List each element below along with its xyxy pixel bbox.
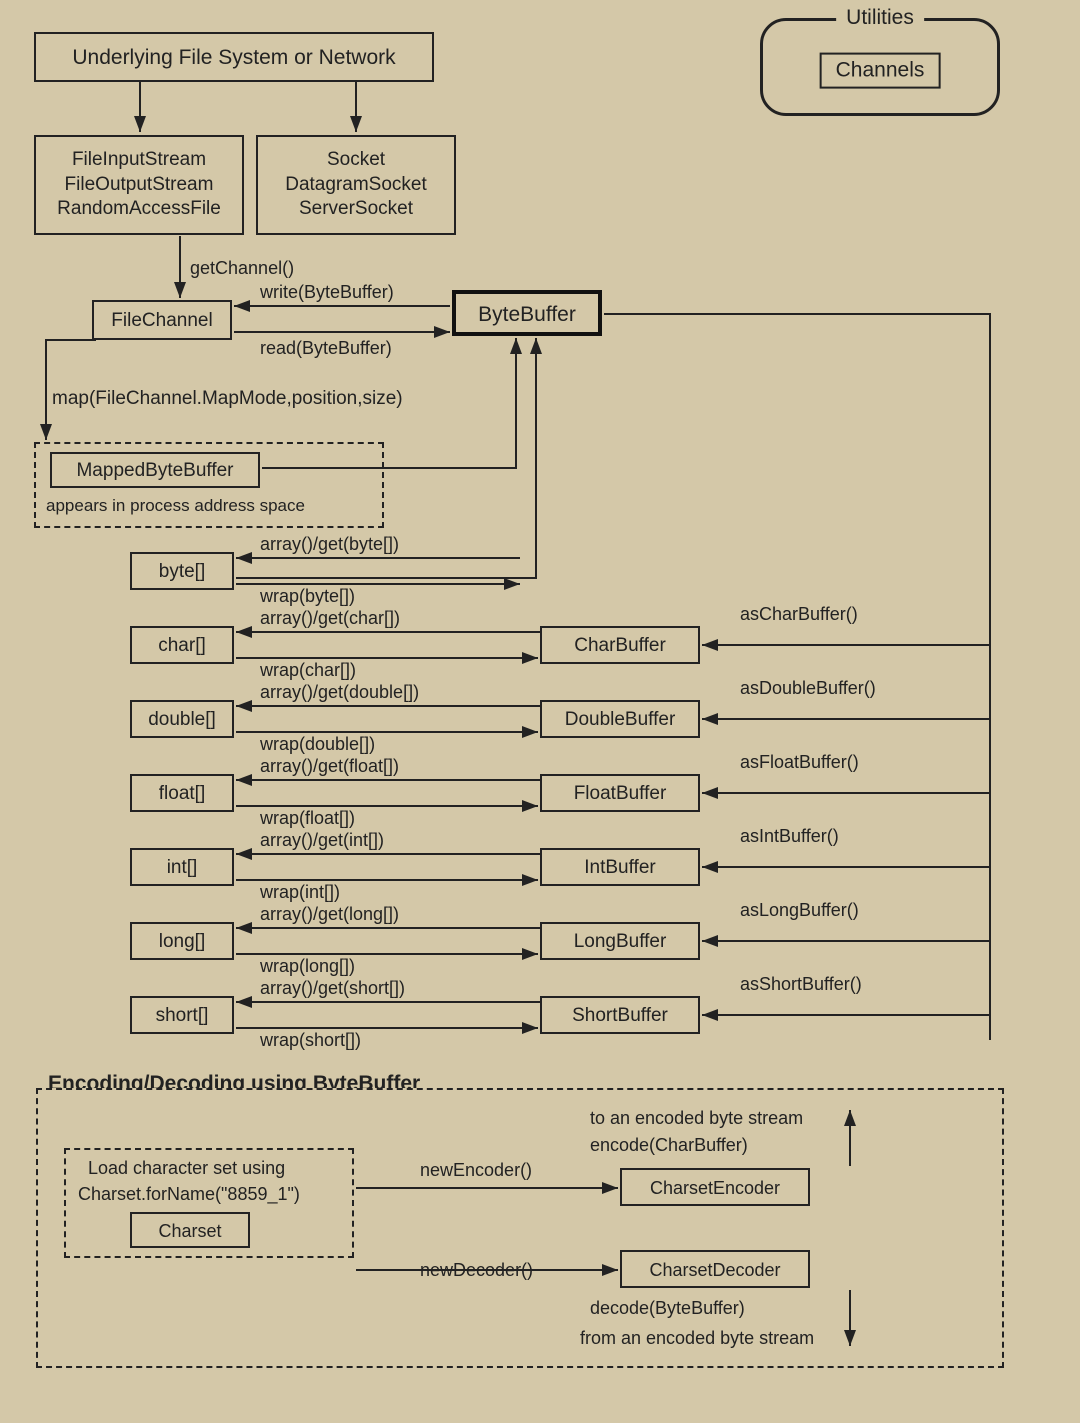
read-bb-label: read(ByteBuffer) (260, 338, 392, 359)
randomaccessfile-label: RandomAccessFile (57, 197, 221, 222)
diagram-stage: Utilities Channels Underlying File Syste… (0, 0, 1080, 1423)
filechannel-label: FileChannel (111, 310, 212, 331)
array-get-label: array()/get(char[]) (260, 608, 400, 629)
mappedbytebuffer-box: MappedByteBuffer (50, 452, 260, 488)
buffer-label: DoubleBuffer (565, 709, 676, 730)
write-bb-label: write(ByteBuffer) (260, 282, 394, 303)
wrap-label: wrap(float[]) (260, 808, 355, 829)
charset-label: Charset (158, 1221, 221, 1241)
mappedbytebuffer-label: MappedByteBuffer (76, 460, 233, 481)
newdecoder-label: newDecoder() (420, 1260, 533, 1281)
utilities-legend: Utilities (836, 6, 924, 30)
file-streams-box: FileInputStream FileOutputStream RandomA… (34, 135, 244, 235)
asbuffer-label: asFloatBuffer() (740, 752, 859, 773)
array-label: byte[] (159, 561, 205, 582)
asbuffer-label: asDoubleBuffer() (740, 678, 876, 699)
utilities-box: Utilities Channels (760, 18, 1000, 116)
buffer-box-IntBuffer: IntBuffer (540, 848, 700, 886)
buffer-label: CharBuffer (574, 635, 666, 656)
buffer-label: IntBuffer (584, 857, 655, 878)
array-get-label: array()/get(long[]) (260, 904, 399, 925)
array-box-float[]: float[] (130, 774, 234, 812)
bytebuffer-box: ByteBuffer (452, 290, 602, 336)
array-box-char[]: char[] (130, 626, 234, 664)
array-box-long[]: long[] (130, 922, 234, 960)
buffer-label: ShortBuffer (572, 1005, 668, 1026)
fileoutputstream-label: FileOutputStream (65, 173, 214, 198)
wrap-label: wrap(long[]) (260, 956, 355, 977)
charsetencoder-label: CharsetEncoder (650, 1178, 780, 1198)
bytebuffer-label: ByteBuffer (478, 303, 576, 326)
charsetdecoder-label: CharsetDecoder (649, 1260, 780, 1280)
buffer-box-DoubleBuffer: DoubleBuffer (540, 700, 700, 738)
getchannel-label: getChannel() (190, 258, 294, 279)
charsetdecoder-box: CharsetDecoder (620, 1250, 810, 1288)
array-get-label: array()/get(double[]) (260, 682, 419, 703)
underlying-label: Underlying File System or Network (72, 46, 395, 69)
wrap-label: wrap(int[]) (260, 882, 340, 903)
newencoder-label: newEncoder() (420, 1160, 532, 1181)
asbuffer-label: asIntBuffer() (740, 826, 839, 847)
asbuffer-label: asLongBuffer() (740, 900, 859, 921)
to-stream-label: to an encoded byte stream (590, 1108, 803, 1129)
buffer-box-FloatBuffer: FloatBuffer (540, 774, 700, 812)
fileinputstream-label: FileInputStream (72, 148, 206, 173)
array-label: int[] (167, 857, 198, 878)
filechannel-box: FileChannel (92, 300, 232, 340)
socket-label: Socket (327, 148, 385, 173)
buffer-label: FloatBuffer (574, 783, 667, 804)
sockets-box: Socket DatagramSocket ServerSocket (256, 135, 456, 235)
array-label: double[] (148, 709, 216, 730)
array-box-byte[]: byte[] (130, 552, 234, 590)
array-box-short[]: short[] (130, 996, 234, 1034)
charset-note-l2: Charset.forName("8859_1") (78, 1184, 300, 1205)
utilities-channels: Channels (820, 53, 941, 89)
buffer-box-ShortBuffer: ShortBuffer (540, 996, 700, 1034)
from-stream-label: from an encoded byte stream (580, 1328, 814, 1349)
map-call-label: map(FileChannel.MapMode,position,size) (52, 388, 403, 410)
array-label: char[] (158, 635, 206, 656)
wrap-label: wrap(double[]) (260, 734, 375, 755)
datagramsocket-label: DatagramSocket (285, 173, 427, 198)
wrap-label: wrap(short[]) (260, 1030, 361, 1051)
array-box-int[]: int[] (130, 848, 234, 886)
array-get-label: array()/get(short[]) (260, 978, 405, 999)
array-label: short[] (156, 1005, 209, 1026)
decode-label: decode(ByteBuffer) (590, 1298, 745, 1319)
serversocket-label: ServerSocket (299, 197, 413, 222)
asbuffer-label: asShortBuffer() (740, 974, 862, 995)
array-get-label: array()/get(byte[]) (260, 534, 399, 555)
array-label: float[] (159, 783, 205, 804)
array-get-label: array()/get(float[]) (260, 756, 399, 777)
charset-box: Charset (130, 1212, 250, 1248)
array-box-double[]: double[] (130, 700, 234, 738)
charset-note-l1: Load character set using (88, 1158, 285, 1179)
array-get-label: array()/get(int[]) (260, 830, 384, 851)
underlying-box: Underlying File System or Network (34, 32, 434, 82)
mapped-note: appears in process address space (46, 496, 305, 516)
buffer-box-CharBuffer: CharBuffer (540, 626, 700, 664)
wrap-label: wrap(char[]) (260, 660, 356, 681)
encode-label: encode(CharBuffer) (590, 1135, 748, 1156)
array-label: long[] (159, 931, 205, 952)
buffer-label: LongBuffer (574, 931, 667, 952)
wrap-label: wrap(byte[]) (260, 586, 355, 607)
charsetencoder-box: CharsetEncoder (620, 1168, 810, 1206)
asbuffer-label: asCharBuffer() (740, 604, 858, 625)
buffer-box-LongBuffer: LongBuffer (540, 922, 700, 960)
